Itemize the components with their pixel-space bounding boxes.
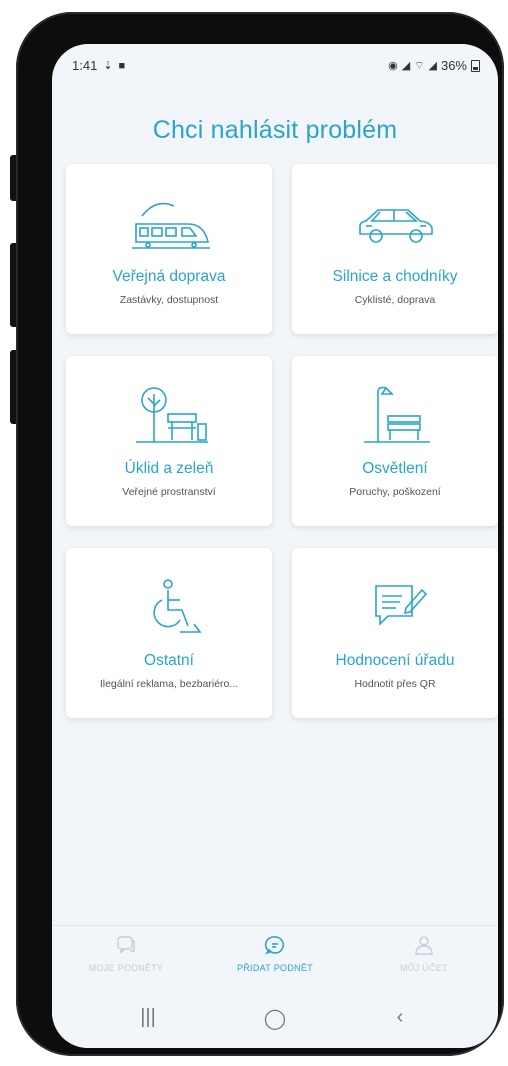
user-icon — [415, 936, 433, 955]
download-icon: ⇣ — [103, 60, 113, 72]
status-bar: 1:41 ⇣ ■ ◉ ◢ ⌔ ◢ 36% — [52, 44, 498, 84]
signal-2-icon: ◢ — [428, 60, 437, 72]
back-button[interactable]: ‹ — [370, 1006, 430, 1029]
card-title: Silnice a chodníky — [332, 268, 458, 285]
app-screen: 1:41 ⇣ ■ ◉ ◢ ⌔ ◢ 36% Chci nahlásit probl… — [52, 44, 498, 1048]
nav-label: MOJE PODNĚTY — [88, 963, 164, 973]
alarm-icon: ◉ — [388, 60, 398, 72]
card-subtitle: Hodnotit přes QR — [354, 678, 436, 690]
card-title: Úklid a zeleň — [124, 460, 214, 477]
nav-add-report[interactable]: PŘIDAT PODNĚT — [205, 934, 345, 973]
card-subtitle: Cyklisté, doprava — [354, 294, 436, 306]
category-card-office-rating[interactable]: Hodnocení úřadu Hodnotit přes QR — [292, 548, 498, 718]
battery-percent: 36% — [440, 58, 467, 73]
card-title: Veřejná doprava — [112, 268, 226, 285]
tree-bench-icon — [66, 384, 272, 448]
street-lamp-icon — [292, 384, 498, 448]
feedback-edit-icon — [292, 576, 498, 640]
train-icon — [66, 192, 272, 256]
card-subtitle: Zastávky, dostupnost — [119, 294, 219, 306]
nav-label: PŘIDAT PODNĚT — [236, 963, 314, 973]
category-card-lighting[interactable]: Osvětlení Poruchy, poškození — [292, 356, 498, 526]
wheelchair-icon — [66, 576, 272, 640]
card-title: Osvětlení — [362, 460, 428, 477]
card-title: Ostatní — [144, 652, 194, 669]
chat-list-icon — [117, 936, 135, 954]
category-card-roads[interactable]: Silnice a chodníky Cyklisté, doprava — [292, 164, 498, 334]
card-subtitle: Veřejné prostranství — [122, 486, 216, 498]
card-subtitle: Ilegální reklama, bezbariéro... — [99, 678, 239, 690]
notification-icon: ■ — [118, 59, 126, 72]
chat-bubble-icon — [264, 936, 284, 955]
page-title: Chci nahlásit problém — [152, 116, 398, 144]
system-navigation-bar: ||| ◯ ‹ — [52, 990, 498, 1048]
phone-frame: 1:41 ⇣ ■ ◉ ◢ ⌔ ◢ 36% Chci nahlásit probl… — [16, 12, 504, 1056]
card-subtitle: Poruchy, poškození — [349, 486, 441, 498]
signal-icon: ◢ — [401, 60, 411, 72]
nav-label: MŮJ ÚČET — [400, 963, 448, 973]
car-icon — [292, 192, 498, 256]
recents-button[interactable]: ||| — [118, 1006, 178, 1029]
nav-my-account[interactable]: MŮJ ÚČET — [354, 934, 494, 973]
status-time: 1:41 — [72, 58, 98, 73]
category-card-cleaning-greenery[interactable]: Úklid a zeleň Veřejné prostranství — [66, 356, 272, 526]
bottom-navigation: MOJE PODNĚTY PŘIDAT PODNĚT MŮJ ÚČET — [52, 925, 498, 990]
battery-icon — [471, 59, 480, 72]
nav-my-reports[interactable]: MOJE PODNĚTY — [56, 934, 196, 973]
wifi-icon: ⌔ — [414, 59, 425, 72]
home-button[interactable]: ◯ — [245, 1006, 305, 1031]
category-card-public-transport[interactable]: Veřejná doprava Zastávky, dostupnost — [66, 164, 272, 334]
category-card-other[interactable]: Ostatní Ilegální reklama, bezbariéro... — [66, 548, 272, 718]
card-title: Hodnocení úřadu — [335, 652, 455, 669]
